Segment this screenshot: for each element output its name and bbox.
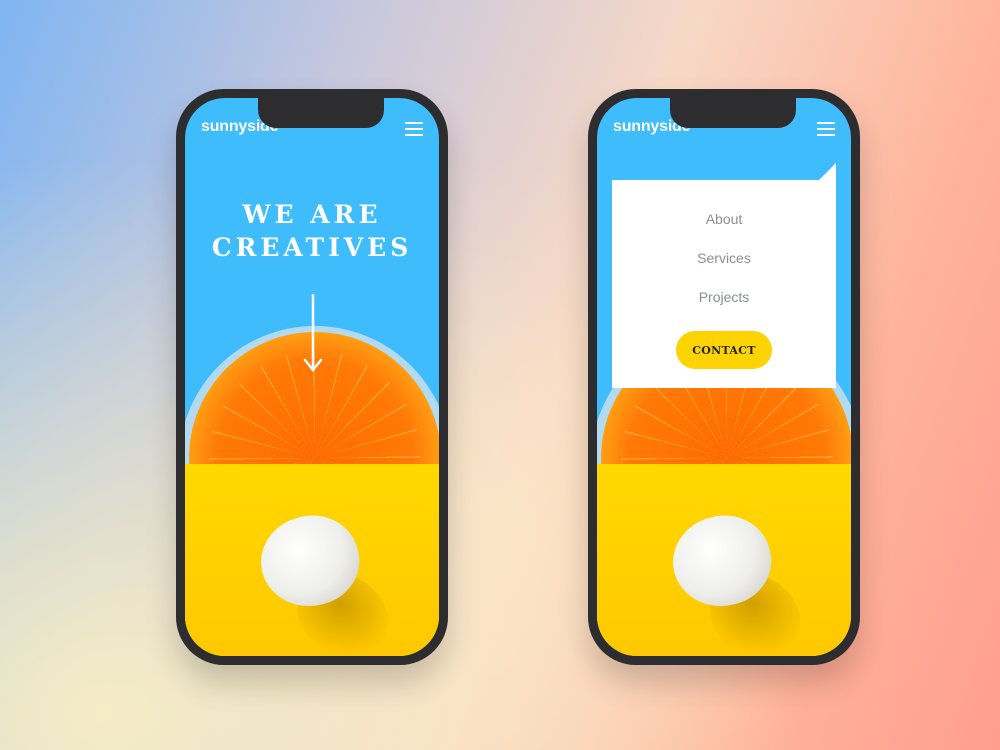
- phone-notch: [258, 98, 384, 128]
- contact-button[interactable]: CONTACT: [676, 331, 772, 369]
- phone-mockup-left: sunnyside WE ARE CREATIVES: [176, 89, 448, 665]
- hero-title: WE ARE CREATIVES: [185, 198, 439, 264]
- phone-screen-right: sunnyside About Services Projects CONTAC…: [597, 98, 851, 656]
- arrow-down-icon[interactable]: [303, 294, 323, 374]
- hamburger-icon[interactable]: [405, 122, 423, 136]
- menu-item-services[interactable]: Services: [612, 239, 836, 278]
- phone-notch: [670, 98, 796, 128]
- menu-pointer: [819, 163, 836, 180]
- menu-list: About Services Projects: [612, 180, 836, 317]
- phone-screen-left: sunnyside WE ARE CREATIVES: [185, 98, 439, 656]
- hamburger-icon[interactable]: [817, 122, 835, 136]
- phone-mockup-right: sunnyside About Services Projects CONTAC…: [588, 89, 860, 665]
- hero-title-line-2: CREATIVES: [211, 233, 413, 262]
- menu-item-projects[interactable]: Projects: [612, 278, 836, 317]
- mobile-nav-menu: About Services Projects CONTACT: [612, 163, 836, 388]
- menu-item-about[interactable]: About: [612, 200, 836, 239]
- hero-title-line-1: WE ARE: [242, 200, 382, 229]
